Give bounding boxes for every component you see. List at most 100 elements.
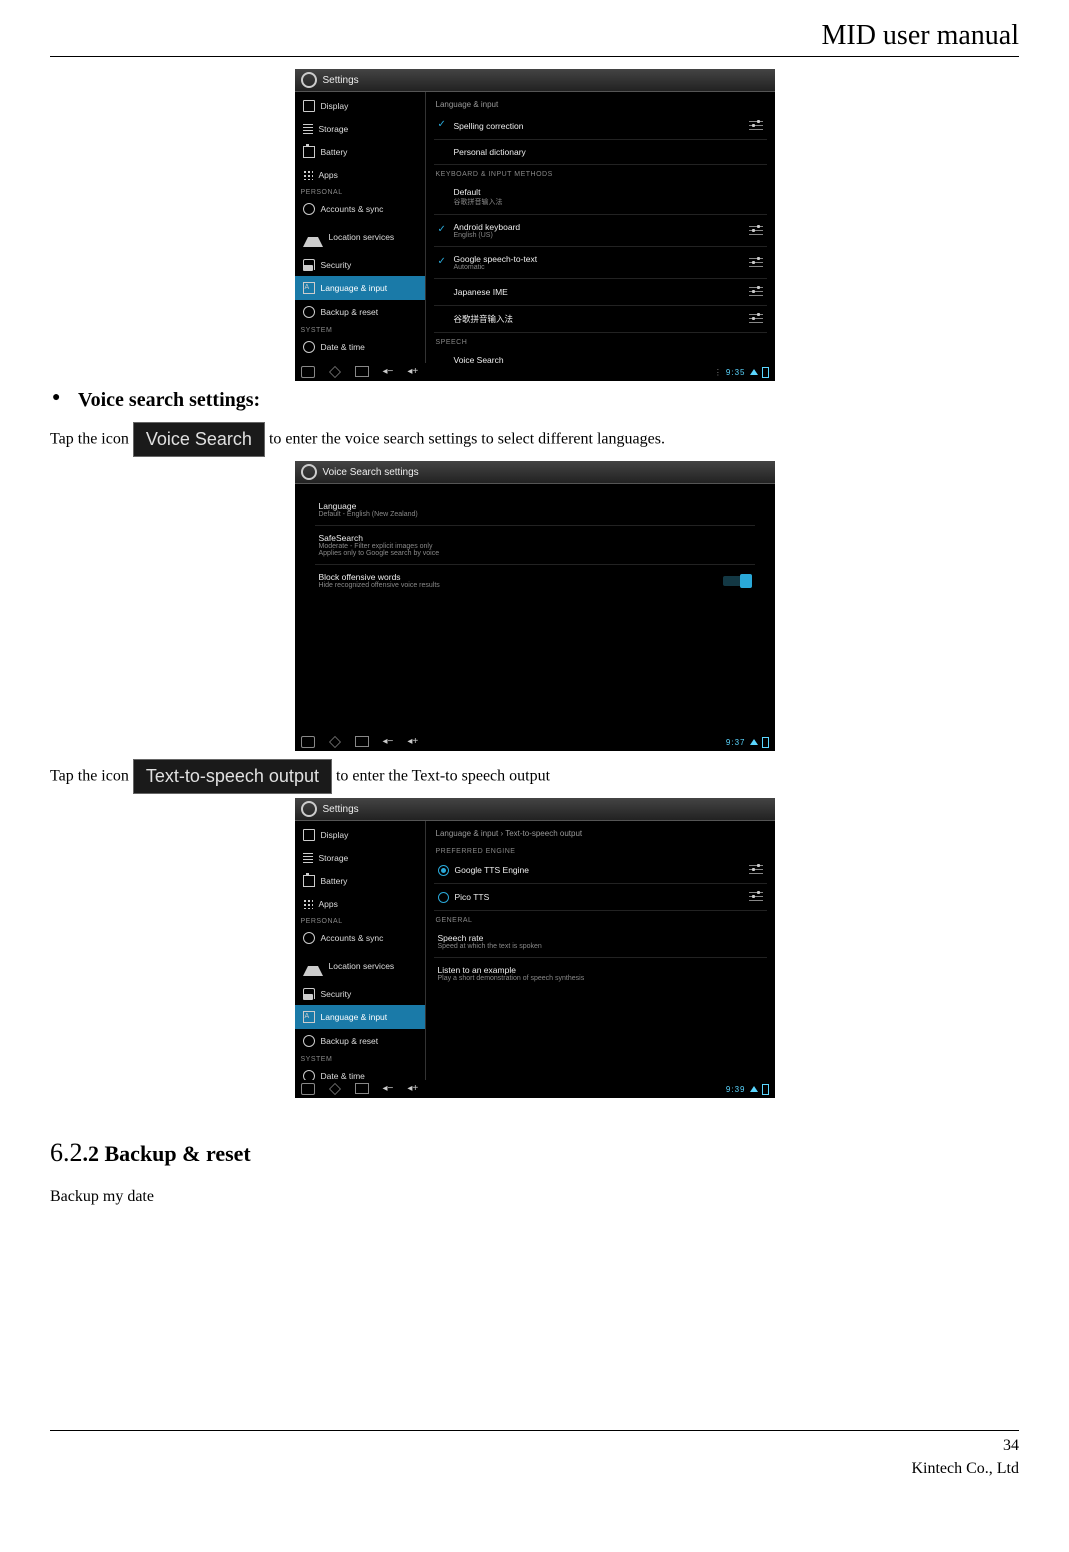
sidebar-item-security[interactable]: Security <box>295 253 425 276</box>
row-language[interactable]: LanguageDefault - English (New Zealand) <box>315 494 755 526</box>
radio-off-icon <box>438 892 449 903</box>
home-button[interactable] <box>329 736 341 748</box>
back-button[interactable] <box>301 1083 315 1095</box>
topbar-title: Voice Search settings <box>323 467 419 478</box>
battery-icon <box>762 367 769 378</box>
sidebar-item-language[interactable]: Language & input <box>295 1005 425 1029</box>
sliders-icon[interactable] <box>749 864 763 876</box>
row-personal-dictionary[interactable]: Personal dictionary <box>434 140 767 165</box>
screenshot-tts-output: Settings Display Storage Battery Apps PE… <box>295 798 775 1098</box>
row-pico-tts[interactable]: Pico TTS <box>434 884 767 911</box>
language-icon <box>303 282 315 294</box>
vol-down-button[interactable]: ◂− <box>383 1083 394 1095</box>
lock-icon <box>303 988 315 999</box>
android-navbar: ◂− ◂+ 9:39 <box>295 1080 775 1098</box>
sliders-icon[interactable] <box>749 891 763 903</box>
row-japanese-ime[interactable]: Japanese IME <box>434 279 767 306</box>
notification-icon: ⋮ <box>714 368 722 377</box>
settings-sidebar: Display Storage Battery Apps PERSONAL Ac… <box>295 821 426 1081</box>
sidebar-item-storage[interactable]: Storage <box>295 118 425 140</box>
sliders-icon[interactable] <box>749 286 763 298</box>
sidebar-item-display[interactable]: Display <box>295 94 425 118</box>
lock-icon <box>303 259 315 270</box>
recents-button[interactable] <box>355 366 369 377</box>
vol-up-button[interactable]: ◂+ <box>407 736 418 748</box>
row-block-offensive[interactable]: Block offensive wordsHide recognized off… <box>315 565 755 596</box>
back-button[interactable] <box>301 366 315 378</box>
voice-search-button-image: Voice Search <box>133 422 265 457</box>
topbar-title: Settings <box>323 75 359 86</box>
bullet-voice-search-settings: Voice search settings: <box>50 381 1019 418</box>
sidebar-item-datetime[interactable]: Date & time <box>295 1064 425 1081</box>
sidebar-item-location[interactable]: Location services <box>295 221 425 253</box>
vol-down-button[interactable]: ◂− <box>383 366 394 378</box>
status-clock: 9:35 <box>726 368 746 377</box>
check-icon <box>438 287 448 297</box>
row-pinyin[interactable]: 谷歌拼音输入法 <box>434 306 767 333</box>
sidebar-section-system: SYSTEM <box>295 1053 425 1064</box>
battery-icon <box>762 737 769 748</box>
gear-icon <box>301 72 317 88</box>
sidebar-item-battery[interactable]: Battery <box>295 140 425 164</box>
sliders-icon[interactable] <box>749 225 763 237</box>
breadcrumb: Language & input <box>434 96 767 113</box>
toggle-on[interactable] <box>723 576 751 586</box>
sidebar-item-apps[interactable]: Apps <box>295 164 425 186</box>
location-icon <box>303 956 323 976</box>
location-icon <box>303 227 323 247</box>
sidebar-item-backup[interactable]: Backup & reset <box>295 300 425 324</box>
row-spelling-correction[interactable]: Spelling correction <box>434 113 767 140</box>
sidebar-item-storage[interactable]: Storage <box>295 847 425 869</box>
apps-icon <box>303 170 313 180</box>
backup-icon <box>303 306 315 318</box>
sidebar-item-display[interactable]: Display <box>295 823 425 847</box>
sidebar-item-datetime[interactable]: Date & time <box>295 335 425 359</box>
row-listen-example[interactable]: Listen to an examplePlay a short demonst… <box>434 958 767 989</box>
vol-up-button[interactable]: ◂+ <box>407 1083 418 1095</box>
sync-icon <box>303 932 315 944</box>
topbar: Voice Search settings <box>295 461 775 484</box>
page-footer: 34 Kintech Co., Ltd <box>50 1430 1019 1480</box>
row-google-tts[interactable]: Google TTS Engine <box>434 857 767 884</box>
status-clock: 9:39 <box>726 1085 746 1094</box>
section-speech: SPEECH <box>434 333 767 348</box>
sidebar-item-accounts[interactable]: Accounts & sync <box>295 926 425 950</box>
recents-button[interactable] <box>355 736 369 747</box>
sidebar-section-personal: PERSONAL <box>295 186 425 197</box>
section-preferred-engine: PREFERRED ENGINE <box>434 842 767 857</box>
sliders-icon[interactable] <box>749 120 763 132</box>
section-6-2-2-heading: 6.2.2 Backup & reset <box>50 1138 1019 1168</box>
section-general: GENERAL <box>434 911 767 926</box>
header-title: MID user manual <box>821 20 1019 51</box>
sidebar-item-location[interactable]: Location services <box>295 950 425 982</box>
sidebar-item-security[interactable]: Security <box>295 982 425 1005</box>
settings-content: Language & input Spelling correction Per… <box>426 92 775 364</box>
row-google-speech[interactable]: Google speech-to-textAutomatic <box>434 247 767 279</box>
sidebar-item-accounts[interactable]: Accounts & sync <box>295 197 425 221</box>
row-default-ime[interactable]: Default谷歌拼音输入法 <box>434 180 767 215</box>
wifi-icon <box>750 739 758 745</box>
row-safesearch[interactable]: SafeSearchModerate - Filter explicit ima… <box>315 526 755 565</box>
wifi-icon <box>750 369 758 375</box>
sidebar-item-apps[interactable]: Apps <box>295 893 425 915</box>
home-button[interactable] <box>329 1083 341 1095</box>
sliders-icon[interactable] <box>749 257 763 269</box>
sidebar-item-language[interactable]: Language & input <box>295 276 425 300</box>
row-android-keyboard[interactable]: Android keyboardEnglish (US) <box>434 215 767 247</box>
back-button[interactable] <box>301 736 315 748</box>
sidebar-section-system: SYSTEM <box>295 324 425 335</box>
vol-up-button[interactable]: ◂+ <box>407 366 418 378</box>
recents-button[interactable] <box>355 1083 369 1094</box>
sync-icon <box>303 203 315 215</box>
tts-content: Language & input › Text-to-speech output… <box>426 821 775 1081</box>
sidebar-item-backup[interactable]: Backup & reset <box>295 1029 425 1053</box>
sliders-icon[interactable] <box>749 313 763 325</box>
row-voice-search[interactable]: Voice Search <box>434 348 767 364</box>
display-icon <box>303 100 315 112</box>
home-button[interactable] <box>329 366 341 378</box>
row-speech-rate[interactable]: Speech rateSpeed at which the text is sp… <box>434 926 767 958</box>
sidebar-item-battery[interactable]: Battery <box>295 869 425 893</box>
vol-down-button[interactable]: ◂− <box>383 736 394 748</box>
gear-icon <box>301 464 317 480</box>
sidebar-section-personal: PERSONAL <box>295 915 425 926</box>
